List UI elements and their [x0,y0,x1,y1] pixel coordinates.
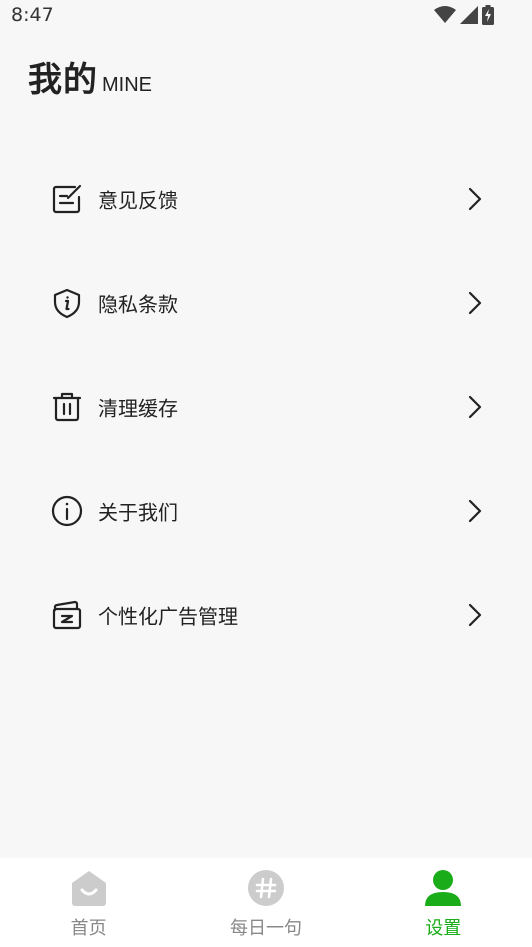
menu-item-feedback[interactable]: 意见反馈 [0,147,532,251]
settings-screen: 8:47 我的 MINE 意见反馈 隐私条款 清理缓存 关于我们 个性化广告管理… [0,0,532,947]
tab-home[interactable]: 首页 [0,858,177,947]
tab-settings[interactable]: 设置 [355,858,532,947]
settings-menu: 意见反馈 隐私条款 清理缓存 关于我们 个性化广告管理 [0,147,532,667]
wifi-icon [434,6,456,23]
menu-item-about[interactable]: 关于我们 [0,459,532,563]
menu-item-label: 意见反馈 [98,188,178,213]
status-icons [434,5,494,25]
trash-icon [52,392,82,422]
page-title: 我的 [28,60,98,100]
menu-item-label: 关于我们 [98,500,178,525]
battery-charging-icon [482,5,494,25]
chevron-right-icon [468,395,482,419]
tab-label: 首页 [70,918,107,939]
tab-label: 设置 [425,918,462,939]
ad-cards-icon [52,600,82,630]
signal-icon [460,6,478,24]
home-icon [71,871,106,906]
menu-item-ad-management[interactable]: 个性化广告管理 [0,563,532,667]
tab-daily-quote[interactable]: 每日一句 [177,858,354,947]
menu-item-clear-cache[interactable]: 清理缓存 [0,355,532,459]
user-icon [425,870,462,906]
menu-item-label: 个性化广告管理 [98,604,238,629]
status-time: 8:47 [11,4,54,26]
chevron-right-icon [468,603,482,627]
menu-item-label: 隐私条款 [98,292,178,317]
menu-item-label: 清理缓存 [98,396,178,421]
chevron-right-icon [468,291,482,315]
feedback-icon [52,184,82,214]
page-subtitle: MINE [102,74,152,96]
status-bar: 8:47 [0,0,532,30]
page-header: 我的 MINE [28,52,152,101]
menu-item-privacy[interactable]: 隐私条款 [0,251,532,355]
info-icon [51,495,83,527]
tab-label: 每日一句 [229,918,302,939]
bottom-nav: 首页 每日一句 设置 [0,858,532,947]
hashtag-icon [247,870,284,906]
chevron-right-icon [468,187,482,211]
chevron-right-icon [468,499,482,523]
privacy-shield-icon [53,288,81,319]
